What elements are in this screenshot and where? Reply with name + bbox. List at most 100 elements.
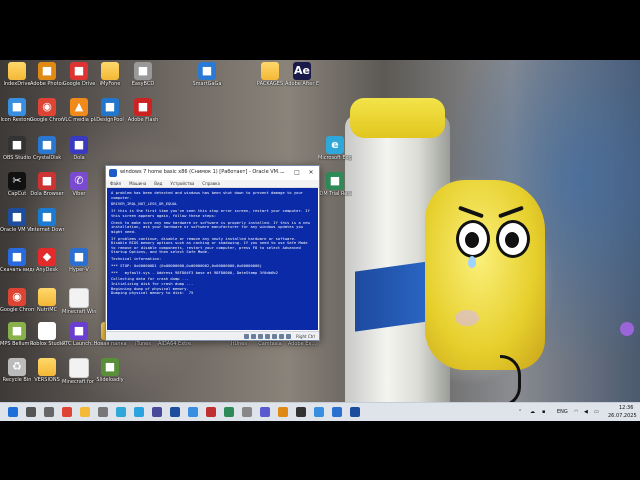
desktop-shortcut[interactable]: VERSIONS [30, 358, 64, 383]
desktop-shortcut[interactable]: ■ DesignPool [93, 98, 127, 123]
desktop-shortcut[interactable]: ▲VLC media player [62, 98, 96, 123]
desktop-shortcut-label: AIDA64 Extre... [158, 341, 192, 347]
app-icon[interactable] [278, 407, 288, 417]
settings-icon[interactable] [98, 407, 108, 417]
desktop-shortcut-label: Adobe After Effects 2022 [285, 81, 319, 87]
desktop-shortcut[interactable]: ■ Dola [62, 136, 96, 161]
close-button[interactable]: ✕ [305, 168, 317, 177]
app-icon: ■ [38, 208, 56, 226]
battery-icon[interactable]: ▭ [594, 409, 599, 415]
menu-machine[interactable]: Машина [129, 180, 146, 187]
clock-time[interactable]: 12:36 [619, 405, 633, 411]
desktop-shortcut[interactable]: NutriMC [30, 288, 64, 313]
desktop-shortcut[interactable]: ■MPS Bellum Steam [0, 322, 34, 347]
app-icon[interactable] [206, 407, 216, 417]
desktop-shortcut[interactable]: IndexDrive [0, 62, 34, 87]
desktop-shortcut[interactable]: ■ Dola Browser [30, 172, 64, 197]
wallpaper-eye-left [456, 220, 490, 258]
wifi-icon[interactable]: ◠ [574, 409, 578, 415]
app-icon[interactable] [314, 407, 324, 417]
shared-folders-status-icon[interactable] [272, 333, 278, 339]
desktop-shortcut[interactable]: ■ Slideloadly [93, 358, 127, 383]
app-icon[interactable] [242, 407, 252, 417]
app-icon[interactable] [260, 407, 270, 417]
virtualbox-icon[interactable] [170, 407, 180, 417]
tray-app-icon[interactable]: ▪ [542, 409, 545, 415]
desktop-shortcut-label: Minecraft for Windows (2) [62, 379, 96, 385]
bsod-line: Collecting data for crash dump ... Initi… [111, 276, 194, 296]
desktop-shortcut[interactable]: Minecraft for Windows (2) [62, 358, 96, 385]
capture-status-icon[interactable] [286, 333, 292, 339]
desktop-shortcut[interactable]: PACKAGES [253, 62, 287, 87]
window-titlebar[interactable]: windows 7 home basic x86 (Снимок 1) [Раб… [106, 166, 319, 180]
desktop-shortcut[interactable]: ■ Icon Restorer [0, 98, 34, 123]
edge-icon[interactable] [116, 407, 126, 417]
desktop-shortcut-label: ItUnes [231, 341, 247, 347]
desktop-shortcut[interactable]: ■ Hyper-V [62, 248, 96, 273]
desktop-shortcut[interactable]: ■Oracle VM VirtualBox [0, 208, 34, 233]
taskbar: ⌃ ☁ ▪ ENG ◠ ◀ ▭ 12:36 26.07.2025 [0, 402, 640, 421]
bsod-screen[interactable]: A problem has been detected and windows … [107, 188, 318, 330]
desktop-shortcut[interactable]: ✆ Viber [62, 172, 96, 197]
network-status-icon[interactable] [265, 333, 271, 339]
app-icon[interactable] [224, 407, 234, 417]
menu-file[interactable]: Файл [110, 180, 121, 187]
desktop-shortcut[interactable]: AeAdobe After Effects 2022 [285, 62, 319, 87]
maximize-button[interactable]: □ [291, 168, 303, 177]
windows-start-icon[interactable] [8, 407, 18, 417]
desktop-shortcut-label: Google Drive [62, 81, 96, 87]
desktop-shortcut-label: Minecraft Windows 1... [62, 309, 96, 315]
desktop-shortcut[interactable]: ■ CrystalDisk [30, 136, 64, 161]
desktop-shortcut-label: Adobe Photoshop [30, 81, 64, 87]
desktop-shortcut[interactable]: ✂ CapCut [0, 172, 34, 197]
file-explorer-icon[interactable] [80, 407, 90, 417]
store-icon[interactable] [152, 407, 162, 417]
desktop-shortcut[interactable]: ♻ Recycle Bin [0, 358, 34, 383]
desktop-shortcut[interactable]: ■ Google Drive [62, 62, 96, 87]
tray-chevron-icon[interactable]: ⌃ [518, 409, 522, 415]
telegram-icon[interactable] [134, 407, 144, 417]
desktop-shortcut[interactable]: e Microsoft Edge [318, 136, 352, 161]
search-icon[interactable] [26, 407, 36, 417]
desktop-shortcut[interactable]: ■ Adobe Flash [126, 98, 160, 123]
usb-status-icon[interactable] [258, 333, 264, 339]
app-icon[interactable] [350, 407, 360, 417]
app-icon[interactable] [332, 407, 342, 417]
desktop-shortcut[interactable]: ■Internet Download [30, 208, 64, 233]
desktop-shortcut[interactable]: ◼ Roblox Studio [30, 322, 64, 347]
menu-view[interactable]: Вид [154, 180, 162, 187]
desktop-shortcut[interactable]: ■ IDM Trial Reset [318, 172, 352, 197]
minimize-button[interactable]: – [277, 168, 289, 177]
desktop-shortcut[interactable]: ■Adobe Photoshop [30, 62, 64, 87]
virtualbox-window[interactable]: windows 7 home basic x86 (Снимок 1) [Раб… [105, 165, 320, 341]
edge-icon: e [326, 136, 344, 154]
app-icon[interactable] [188, 407, 198, 417]
chrome-icon[interactable] [62, 407, 72, 417]
app-icon: ■ [134, 98, 152, 116]
language-indicator[interactable]: ENG [557, 409, 568, 415]
display-status-icon[interactable] [279, 333, 285, 339]
volume-icon[interactable]: ◀ [584, 409, 588, 415]
onedrive-icon[interactable]: ☁ [530, 409, 535, 415]
desktop-shortcut[interactable]: ■ EasyBCD [126, 62, 160, 87]
desktop-shortcut[interactable]: ■Скачать видео [0, 248, 34, 273]
app-icon[interactable] [296, 407, 306, 417]
desktop-shortcut[interactable]: ◆ AnyDesk [30, 248, 64, 273]
task-view-icon[interactable] [44, 407, 54, 417]
optical-status-icon[interactable] [251, 333, 257, 339]
capcut-icon: ✂ [8, 172, 26, 190]
desktop-shortcut[interactable]: ◉Google Chrome (2) [0, 288, 34, 313]
desktop-shortcut[interactable]: ■ RTC Launch... [62, 322, 96, 347]
clock-date[interactable]: 26.07.2025 [608, 413, 637, 419]
desktop-shortcut[interactable]: ■ SmartGaGa [190, 62, 224, 87]
desktop-shortcut-label: Dola [73, 155, 85, 161]
desktop-shortcut[interactable]: ◉Google Chrome [30, 98, 64, 123]
menu-devices[interactable]: Устройства [170, 180, 194, 187]
desktop-shortcut[interactable]: iMyFone [93, 62, 127, 87]
bsod-line: DRIVER_IRQL_NOT_LESS_OR_EQUAL [111, 201, 178, 207]
desktop-shortcut[interactable]: Minecraft Windows 1... [62, 288, 96, 315]
desktop-shortcut-label: Oracle VM VirtualBox [0, 227, 34, 233]
hdd-status-icon[interactable] [244, 333, 250, 339]
menu-help[interactable]: Справка [202, 180, 220, 187]
desktop-shortcut[interactable]: ■OBS Studio [0, 136, 34, 161]
